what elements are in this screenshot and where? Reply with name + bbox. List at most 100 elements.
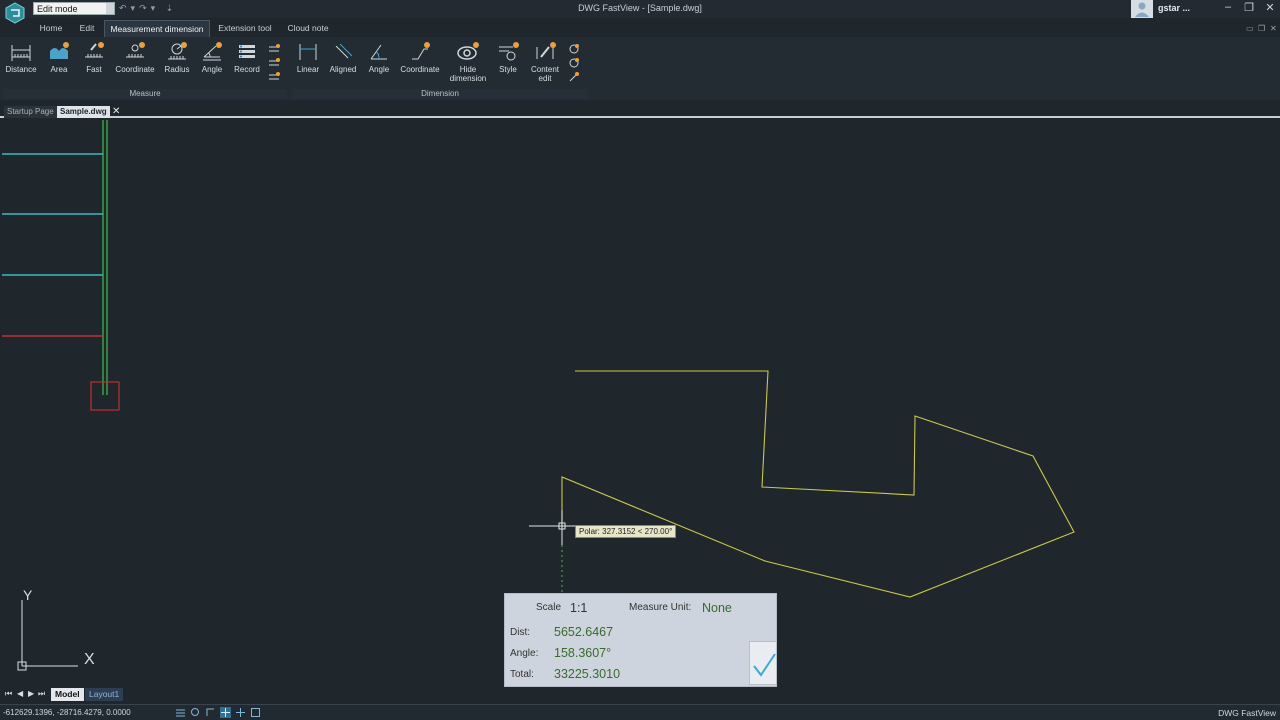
first-layout-icon[interactable]: ⏮ (5, 689, 12, 699)
measure-group: Distance Area Fast Coordinate Radius Ang… (3, 39, 287, 99)
fast-measure-icon (85, 42, 104, 58)
dimension-option-icon[interactable] (568, 57, 580, 69)
measure-result-panel: Scale 1:1 Measure Unit: None Dist: 5652.… (504, 593, 777, 687)
polar-icon[interactable] (220, 707, 231, 718)
ucs-x-label: X (84, 651, 95, 668)
close-icon[interactable]: ✕ (1263, 1, 1277, 14)
angle-icon (203, 42, 222, 61)
tab-measurement-dimension[interactable]: Measurement dimension (104, 20, 210, 37)
close-tab-icon[interactable]: ✕ (112, 106, 120, 118)
document-tabs: Startup Page Sample.dwg ✕ (0, 104, 1280, 118)
measure-option-icon[interactable] (268, 43, 280, 55)
layout-tabs-bar: ⏮ ◀ ▶ ⏭ Model Layout1 (0, 687, 1280, 702)
radius-icon (168, 42, 187, 60)
fast-label: Fast (86, 65, 102, 74)
checkmark-icon (753, 653, 776, 677)
snap-icon[interactable] (190, 707, 201, 718)
coordinate-dim-label: Coordinate (400, 65, 440, 74)
status-app-name: DWG FastView (1218, 708, 1276, 718)
window-title: DWG FastView - [Sample.dwg] (578, 3, 702, 13)
measure-unit-label: Measure Unit: (629, 602, 692, 613)
linear-button[interactable]: Linear (292, 39, 324, 91)
record-button[interactable]: Record (231, 39, 263, 91)
minimize-ribbon-icon[interactable]: ▭ (1246, 24, 1254, 33)
fast-button[interactable]: Fast (79, 39, 109, 91)
restore-icon[interactable]: ❐ (1242, 1, 1256, 14)
next-layout-icon[interactable]: ▶ (28, 689, 34, 698)
ortho-icon[interactable] (205, 707, 216, 718)
dist-label: Dist: (510, 627, 530, 638)
scale-label: Scale (536, 602, 562, 613)
angle-measure-button[interactable]: Angle (196, 39, 228, 91)
angle-dimension-button[interactable]: Angle (363, 39, 395, 91)
measure-option-icon[interactable] (268, 71, 280, 83)
dist-value: 5652.6467 (554, 625, 614, 639)
doc-tab-startup-page[interactable]: Startup Page (4, 106, 57, 118)
scale-value[interactable]: 1:1 (570, 601, 587, 615)
last-layout-icon[interactable]: ⏭ (38, 689, 45, 699)
red-square (90, 381, 120, 411)
object-snap-icon[interactable] (235, 707, 246, 718)
angle-label: Angle (201, 65, 223, 74)
coordinate-measure-button[interactable]: Coordinate (113, 39, 157, 91)
distance-button[interactable]: Distance (3, 39, 39, 91)
aligned-label: Aligned (329, 65, 357, 74)
record-label: Record (234, 65, 260, 74)
measure-group-title: Measure (3, 89, 287, 99)
measure-unit-value[interactable]: None (702, 601, 732, 615)
minimize-icon[interactable]: – (1221, 1, 1235, 13)
dimension-option-icon[interactable] (568, 43, 580, 55)
doc-tab-sample[interactable]: Sample.dwg (57, 106, 110, 118)
confirm-button[interactable] (749, 641, 777, 685)
prev-layout-icon[interactable]: ◀ (17, 689, 23, 698)
content-edit-button[interactable]: Content edit (527, 39, 563, 91)
content-edit-icon (536, 42, 556, 59)
angle-dim-label: Angle (368, 65, 390, 74)
measured-polyline (561, 370, 1075, 598)
tab-cloud-note[interactable]: Cloud note (284, 20, 332, 37)
area-label: Area (50, 65, 68, 74)
aligned-dimension-icon (335, 43, 353, 59)
user-name[interactable]: gstar ... (1158, 3, 1190, 13)
tab-extension-tool[interactable]: Extension tool (214, 20, 276, 37)
hide-dimension-label: Hide dimension (449, 65, 487, 83)
tab-layout1[interactable]: Layout1 (85, 688, 124, 701)
coordinate-dimension-button[interactable]: Coordinate (398, 39, 442, 91)
distance-icon (11, 45, 31, 61)
tab-model[interactable]: Model (51, 688, 84, 701)
measure-option-icon[interactable] (268, 57, 280, 69)
radius-button[interactable]: Radius (161, 39, 193, 91)
cursor-coordinates: -612629.1396, -28716.4279, 0.0000 (3, 708, 131, 717)
ribbon-panel: Distance Area Fast Coordinate Radius Ang… (0, 37, 1280, 100)
style-label: Style (499, 65, 517, 74)
dimension-group: Linear Aligned Angle Coordinate Hide dim… (292, 39, 588, 99)
coordinate-icon (126, 42, 145, 58)
hide-dimension-icon (457, 42, 479, 60)
style-icon (499, 42, 519, 61)
angle-dimension-icon (370, 44, 387, 60)
dimension-group-title: Dimension (292, 89, 588, 99)
dwg-fastview-app: Edit mode ↶▾↷▾ ⇣ DWG FastView - [Sample.… (0, 0, 1280, 720)
radius-label: Radius (164, 65, 190, 74)
area-button[interactable]: Area (43, 39, 75, 91)
dimension-option-icon[interactable] (568, 71, 580, 83)
ribbon-tabs: Home Edit Measurement dimension Extensio… (0, 20, 1280, 37)
angle-value: 158.3607° (554, 646, 612, 660)
user-avatar-icon[interactable] (1131, 0, 1153, 18)
close-doc-icon[interactable]: ✕ (1270, 24, 1277, 33)
object-track-icon[interactable] (250, 707, 261, 718)
aligned-button[interactable]: Aligned (327, 39, 359, 91)
angle-label: Angle: (510, 648, 539, 659)
grid-icon[interactable] (175, 707, 186, 718)
polar-tooltip: Polar: 327.3152 < 270.00° (575, 525, 677, 538)
title-bar: Edit mode ↶▾↷▾ ⇣ DWG FastView - [Sample.… (0, 0, 1280, 24)
content-edit-label: Content edit (530, 65, 560, 83)
hide-dimension-button[interactable]: Hide dimension (447, 39, 489, 91)
tab-home[interactable]: Home (36, 20, 66, 37)
ucs-y-label: Y (23, 587, 33, 603)
coordinate-label: Coordinate (115, 65, 155, 74)
tab-edit[interactable]: Edit (74, 20, 100, 37)
total-value: 33225.3010 (554, 667, 621, 681)
restore-doc-icon[interactable]: ❐ (1258, 24, 1265, 33)
style-button[interactable]: Style (492, 39, 524, 91)
